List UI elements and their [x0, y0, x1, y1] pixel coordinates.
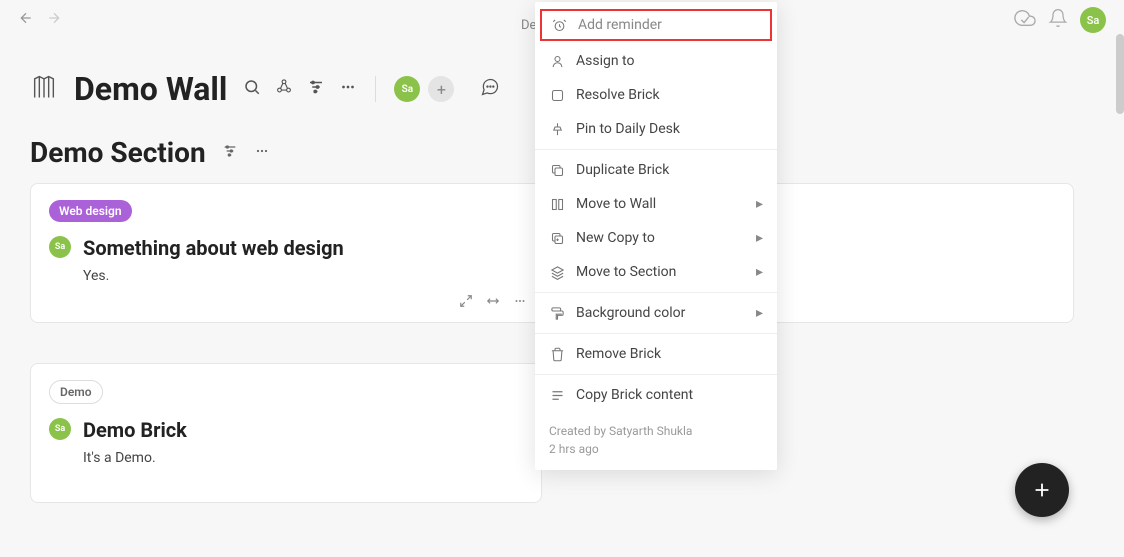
menu-pin-daily-desk[interactable]: Pin to Daily Desk: [535, 112, 777, 146]
stack-icon: [549, 264, 565, 280]
tag[interactable]: Web design: [49, 200, 132, 222]
filter-icon[interactable]: [307, 78, 325, 100]
dots-icon[interactable]: [339, 78, 357, 100]
trash-icon: [549, 346, 565, 362]
section-filter-icon[interactable]: [222, 143, 238, 163]
wall-tools: Sa +: [243, 76, 500, 102]
copy-icon: [549, 162, 565, 178]
menu-label: New Copy to: [576, 230, 655, 246]
menu-move-to-section[interactable]: Move to Section ▸: [535, 255, 777, 289]
expand-icon[interactable]: [459, 293, 473, 312]
chevron-right-icon: ▸: [756, 230, 763, 246]
forward-arrow-icon[interactable]: [46, 10, 62, 30]
brick-card[interactable]: Web design Sa Something about web design…: [30, 183, 542, 323]
menu-label: Move to Wall: [576, 196, 656, 212]
menu-label: Background color: [576, 305, 685, 321]
card-title: Demo Brick: [83, 418, 523, 442]
menu-label: Duplicate Brick: [576, 162, 669, 178]
menu-move-to-wall[interactable]: Move to Wall ▸: [535, 187, 777, 221]
menu-resolve-brick[interactable]: Resolve Brick: [535, 78, 777, 112]
menu-duplicate-brick[interactable]: Duplicate Brick: [535, 153, 777, 187]
menu-divider: [535, 333, 777, 334]
menu-assign-to[interactable]: Assign to: [535, 44, 777, 78]
page-title: Demo Wall: [74, 70, 227, 108]
back-arrow-icon[interactable]: [18, 10, 34, 30]
chevron-right-icon: ▸: [756, 305, 763, 321]
menu-label: Move to Section: [576, 264, 676, 280]
resize-icon[interactable]: [485, 293, 501, 312]
wall-icon: [549, 196, 565, 212]
created-by: Created by Satyarth Shukla: [549, 422, 763, 440]
wall-icon: [30, 73, 58, 105]
menu-divider: [535, 374, 777, 375]
card-desc: It's a Demo.: [83, 450, 523, 466]
newcopy-icon: [549, 230, 565, 246]
card-title: Something about web design: [83, 236, 523, 260]
square-icon: [549, 87, 565, 103]
brick-card[interactable]: Demo Sa Demo Brick It's a Demo.: [30, 363, 542, 503]
card-avatar: Sa: [49, 418, 71, 440]
search-icon[interactable]: [243, 78, 261, 100]
menu-label: Copy Brick content: [576, 387, 693, 403]
menu-footer: Created by Satyarth Shukla 2 hrs ago: [535, 412, 777, 460]
menu-label: Remove Brick: [576, 346, 661, 362]
menu-add-reminder[interactable]: Add reminder: [540, 9, 772, 41]
chevron-right-icon: ▸: [756, 264, 763, 280]
nav-arrows: [18, 10, 62, 30]
menu-label: Add reminder: [578, 17, 662, 33]
menu-background-color[interactable]: Background color ▸: [535, 296, 777, 330]
card-avatar: Sa: [49, 236, 71, 258]
chat-icon[interactable]: [480, 77, 500, 101]
created-ago: 2 hrs ago: [549, 440, 763, 458]
pin-icon: [549, 121, 565, 137]
avatar[interactable]: Sa: [1080, 7, 1106, 33]
graph-icon[interactable]: [275, 78, 293, 100]
menu-label: Pin to Daily Desk: [576, 121, 680, 137]
context-menu: Add reminder Assign to Resolve Brick Pin…: [535, 2, 777, 470]
divider: [375, 76, 376, 102]
lines-icon: [549, 387, 565, 403]
collaborator-avatar[interactable]: Sa: [394, 76, 420, 102]
tag[interactable]: Demo: [49, 380, 103, 404]
add-collaborator-button[interactable]: +: [428, 76, 454, 102]
add-brick-fab[interactable]: [1015, 463, 1069, 517]
card-dots-icon[interactable]: [513, 293, 527, 312]
cloud-sync-icon[interactable]: [1014, 7, 1036, 33]
scrollbar[interactable]: [1116, 34, 1124, 114]
topbar-right: Sa: [1014, 7, 1106, 33]
menu-remove-brick[interactable]: Remove Brick: [535, 337, 777, 371]
menu-label: Assign to: [576, 53, 634, 69]
alarm-icon: [551, 17, 567, 33]
card-desc: Yes.: [83, 268, 523, 284]
menu-divider: [535, 292, 777, 293]
section-dots-icon[interactable]: [254, 143, 270, 163]
menu-label: Resolve Brick: [576, 87, 660, 103]
paint-icon: [549, 305, 565, 321]
bell-icon[interactable]: [1048, 8, 1068, 32]
person-icon: [549, 53, 565, 69]
section-title: Demo Section: [30, 136, 206, 169]
chevron-right-icon: ▸: [756, 196, 763, 212]
menu-divider: [535, 149, 777, 150]
card-actions: [459, 293, 527, 312]
menu-copy-content[interactable]: Copy Brick content: [535, 378, 777, 412]
menu-new-copy-to[interactable]: New Copy to ▸: [535, 221, 777, 255]
